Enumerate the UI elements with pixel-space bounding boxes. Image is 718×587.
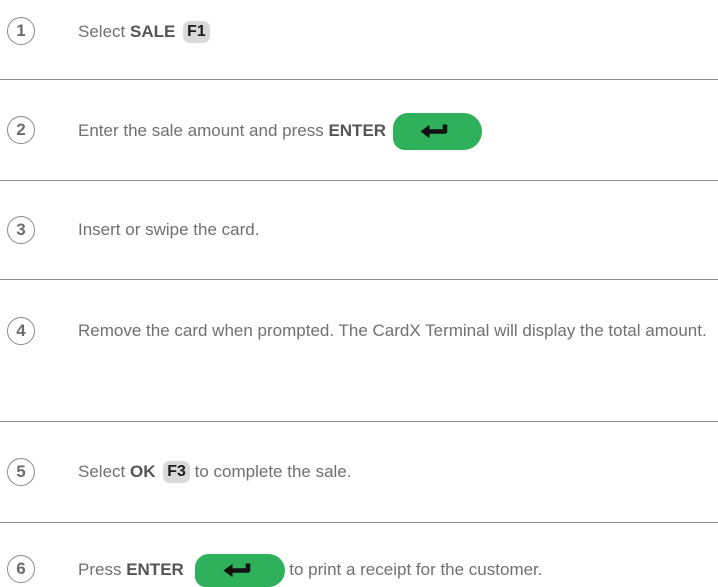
step-text-bold: ENTER	[126, 560, 184, 579]
step-text-lead: Insert or swipe the card.	[78, 220, 260, 239]
step-text: Select OK F3 to complete the sale.	[78, 455, 718, 488]
step-number: 6	[7, 555, 35, 583]
function-key-f1: F1	[183, 21, 210, 43]
enter-key-icon	[392, 113, 482, 150]
function-key-f3: F3	[163, 461, 190, 483]
step-text-bold: SALE	[129, 22, 176, 41]
step-text: Press ENTER to print a receipt for the c…	[78, 553, 718, 587]
step-text-lead: Remove the card when prompted. The CardX…	[78, 321, 707, 340]
step-text-lead: Press	[78, 560, 127, 579]
step-number: 4	[7, 317, 35, 345]
step-text: Insert or swipe the card.	[78, 213, 718, 246]
step-number: 2	[7, 116, 35, 144]
step-number: 1	[7, 17, 35, 45]
step-text-tail: to print a receipt for the customer.	[284, 560, 543, 579]
enter-key-icon	[194, 554, 285, 587]
step-text: Remove the card when prompted. The CardX…	[78, 314, 718, 348]
divider	[0, 279, 718, 280]
step-text-lead: Select	[78, 22, 130, 41]
divider	[0, 180, 718, 181]
divider	[0, 522, 718, 523]
step-text-bold: ENTER	[328, 120, 387, 140]
step-text-lead: Enter the sale amount and press	[78, 120, 329, 140]
instruction-steps: 1 Select SALE F1 2 Enter the sale amount…	[0, 0, 718, 587]
step-text: Select SALE F1	[78, 15, 718, 48]
step-text-lead: Select	[78, 462, 130, 481]
step-text-bold: OK	[129, 462, 156, 481]
step-text: Enter the sale amount and press ENTER	[78, 113, 718, 150]
divider	[0, 79, 718, 80]
step-number: 3	[7, 216, 35, 244]
step-text-tail: to complete the sale.	[189, 462, 352, 481]
step-number: 5	[7, 458, 35, 486]
divider	[0, 421, 718, 422]
